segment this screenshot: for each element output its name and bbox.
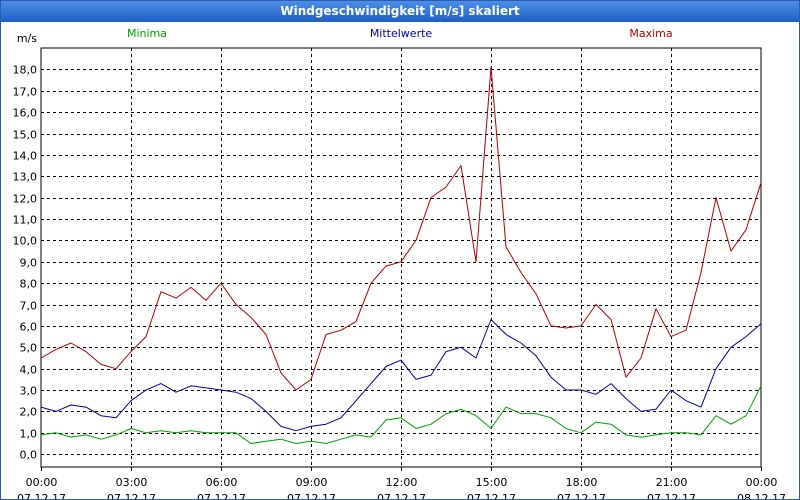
- x-tick-time: 21:00: [656, 476, 688, 489]
- x-tick-time: 06:00: [206, 476, 238, 489]
- y-tick-label: 17,0: [13, 86, 38, 99]
- legend-mittelwerte: Mittelwerte: [370, 27, 433, 40]
- y-tick-label: 16,0: [13, 107, 38, 120]
- y-tick-label: 18,0: [13, 64, 38, 77]
- y-tick-label: 4,0: [20, 364, 38, 377]
- y-tick-label: 13,0: [13, 171, 38, 184]
- y-tick-label: 9,0: [20, 257, 38, 270]
- y-tick-label: 10,0: [13, 235, 38, 248]
- chart: 0,0 1,0 2,0 3,0 4,0 5,0 6,0 7,0 8,0 9,0 10,0 11,0 12…: [13, 27, 786, 499]
- x-tick-date: 07.12.17: [557, 492, 606, 499]
- y-tick-label: 8,0: [20, 278, 38, 291]
- x-tick-date: 07.12.17: [377, 492, 426, 499]
- x-tick-date: 07.12.17: [647, 492, 696, 499]
- x-tick-time: 00:00: [746, 476, 778, 489]
- y-tick-label: 5,0: [20, 342, 38, 355]
- x-tick-time: 18:00: [566, 476, 598, 489]
- legend-maxima: Maxima: [629, 27, 672, 40]
- y-tick-label: 15,0: [13, 129, 38, 142]
- legend: Minima Mittelwerte Maxima: [127, 27, 673, 40]
- y-tick-label: 7,0: [20, 300, 38, 313]
- x-tick-time: 15:00: [476, 476, 508, 489]
- window-title: Windgeschwindigkeit [m/s] skaliert: [1, 1, 799, 22]
- series: [40, 66, 762, 444]
- chart-window: Windgeschwindigkeit [m/s] skaliert 0,0 1,…: [0, 0, 800, 500]
- y-tick-label: 2,0: [20, 406, 38, 419]
- x-tick-date: 07.12.17: [17, 492, 66, 499]
- x-tick-date: 08.12.17: [737, 492, 786, 499]
- y-tick-label: 11,0: [13, 214, 38, 227]
- x-tick-time: 00:00: [26, 476, 58, 489]
- y-tick-label: 1,0: [20, 428, 38, 441]
- grid: [41, 48, 761, 467]
- y-axis-label: m/s: [17, 32, 37, 45]
- y-tick-label: 0,0: [20, 449, 38, 462]
- y-tick-label: 3,0: [20, 385, 38, 398]
- y-tick-label: 12,0: [13, 193, 38, 206]
- x-tick-time: 03:00: [116, 476, 148, 489]
- axes: 0,0 1,0 2,0 3,0 4,0 5,0 6,0 7,0 8,0 9,0 10,0 11,0 12…: [13, 32, 786, 499]
- x-tick-date: 07.12.17: [197, 492, 246, 499]
- x-tick-time: 12:00: [386, 476, 418, 489]
- x-tick-time: 09:00: [296, 476, 328, 489]
- y-tick-label: 6,0: [20, 321, 38, 334]
- x-tick-date: 07.12.17: [467, 492, 516, 499]
- legend-minima: Minima: [127, 27, 167, 40]
- x-tick-date: 07.12.17: [287, 492, 336, 499]
- y-tick-label: 14,0: [13, 150, 38, 163]
- x-tick-date: 07.12.17: [107, 492, 156, 499]
